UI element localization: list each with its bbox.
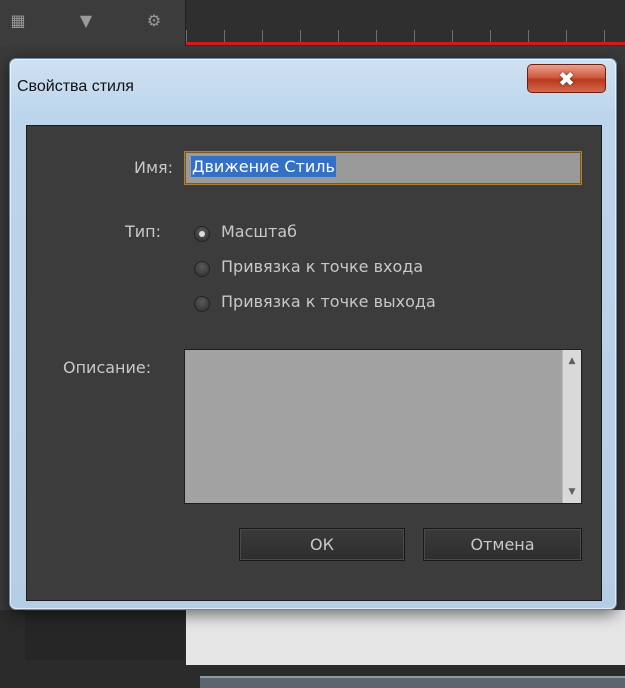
close-icon: ✖	[558, 66, 575, 91]
scroll-up-icon[interactable]: ▲	[563, 352, 581, 370]
timeline-range-bar	[186, 42, 625, 45]
timeline-ruler[interactable]	[186, 0, 625, 46]
wrench-icon[interactable]: ⚙	[140, 6, 168, 34]
background-track-header	[25, 610, 185, 660]
description-field[interactable]: ▲ ▼	[184, 349, 582, 504]
name-input[interactable]: Движение Стиль	[184, 151, 582, 185]
radio-scale[interactable]	[194, 226, 210, 242]
marker-icon[interactable]: ▼	[72, 6, 100, 34]
dialog-content: Имя: Движение Стиль Тип: Масштаб Привязк…	[26, 125, 602, 601]
name-label: Имя:	[134, 158, 174, 177]
radio-snap-out[interactable]	[194, 296, 210, 312]
dialog-title: Свойства стиля	[17, 78, 134, 95]
snap-icon[interactable]: ▦	[4, 6, 32, 34]
scroll-down-icon[interactable]: ▼	[563, 483, 581, 501]
name-input-selected-text: Движение Стиль	[191, 156, 336, 177]
ok-button[interactable]: ОК	[239, 528, 405, 561]
description-textarea[interactable]	[185, 350, 563, 503]
radio-scale-label[interactable]: Масштаб	[221, 222, 297, 241]
radio-snap-out-label[interactable]: Привязка к точке выхода	[221, 292, 436, 311]
radio-snap-in[interactable]	[194, 261, 210, 277]
background-toolbar: ▦ ▼ ⚙	[0, 0, 186, 46]
description-label: Описание:	[63, 358, 152, 377]
background-bottom-ruler	[200, 676, 625, 688]
style-properties-dialog: Свойства стиля ✖ Имя: Движение Стиль Тип…	[9, 58, 617, 610]
close-button[interactable]: ✖	[527, 64, 606, 93]
ruler-ticks	[186, 30, 625, 42]
type-label: Тип:	[125, 222, 162, 241]
description-scrollbar[interactable]: ▲ ▼	[562, 350, 581, 503]
radio-snap-in-label[interactable]: Привязка к точке входа	[221, 257, 423, 276]
cancel-button[interactable]: Отмена	[423, 528, 582, 561]
background-track-area	[186, 610, 625, 665]
